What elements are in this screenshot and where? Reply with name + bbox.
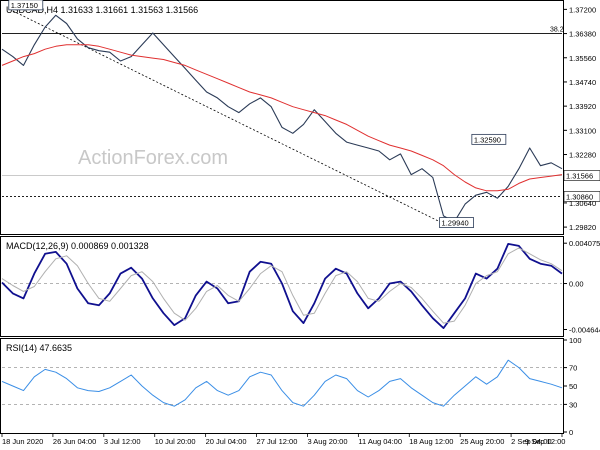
price-panel bbox=[0, 0, 564, 235]
rsi-panel-title: RSI(14) 47.6635 bbox=[6, 343, 72, 353]
annotation-label: 1.32590 bbox=[474, 135, 501, 144]
macd-panel-title: MACD(12,26,9) 0.000869 0.001328 bbox=[6, 241, 149, 251]
y-tick-label: 0.00 bbox=[569, 280, 584, 289]
y-tick-label: 1.32280 bbox=[569, 151, 596, 160]
y-tick-label: 50 bbox=[569, 382, 577, 391]
x-tick-label: 26 Jun 04:00 bbox=[53, 437, 96, 446]
y-tick-label: 1.33920 bbox=[569, 102, 596, 111]
y-tick-label: 1.36380 bbox=[569, 30, 596, 39]
annotation-label: 1.37150 bbox=[11, 1, 38, 10]
x-tick-label: 18 Jun 2020 bbox=[2, 437, 43, 446]
y-tick-label: 1.29820 bbox=[569, 223, 596, 232]
x-tick-label: 3 Aug 20:00 bbox=[307, 437, 347, 446]
level-price-label: 1.30860 bbox=[566, 192, 593, 201]
y-tick-label: 1.34740 bbox=[569, 78, 596, 87]
y-tick-label: 0 bbox=[569, 428, 573, 437]
y-tick-label: 70 bbox=[569, 364, 577, 373]
y-tick-label: -0.004644 bbox=[569, 325, 600, 334]
x-tick-label: 3 Jul 12:00 bbox=[104, 437, 141, 446]
y-tick-label: 1.33100 bbox=[569, 126, 596, 135]
annotation-label: 1.29940 bbox=[442, 219, 469, 228]
y-tick-label: 1.35560 bbox=[569, 54, 596, 63]
y-tick-label: 30 bbox=[569, 400, 577, 409]
y-tick-label: 1.37200 bbox=[569, 5, 596, 14]
x-tick-label: 9 Sep 12:00 bbox=[525, 437, 565, 446]
forex-chart: ActionForex.com USDCAD,H4 1.31633 1.3166… bbox=[0, 0, 600, 446]
rsi-panel bbox=[0, 338, 564, 434]
x-tick-label: 27 Jul 12:00 bbox=[257, 437, 298, 446]
x-tick-label: 10 Jul 20:00 bbox=[155, 437, 196, 446]
watermark: ActionForex.com bbox=[78, 147, 228, 169]
fib-level-label: 38.2 bbox=[550, 27, 564, 34]
x-tick-label: 18 Aug 12:00 bbox=[409, 437, 453, 446]
y-tick-label: 0.004075 bbox=[569, 239, 600, 248]
current-price-label: 1.31566 bbox=[566, 172, 593, 181]
x-tick-label: 25 Aug 20:00 bbox=[460, 437, 504, 446]
x-tick-label: 11 Aug 04:00 bbox=[358, 437, 402, 446]
x-tick-label: 20 Jul 04:00 bbox=[206, 437, 247, 446]
y-tick-label: 100 bbox=[569, 336, 582, 345]
macd-panel bbox=[0, 236, 564, 337]
